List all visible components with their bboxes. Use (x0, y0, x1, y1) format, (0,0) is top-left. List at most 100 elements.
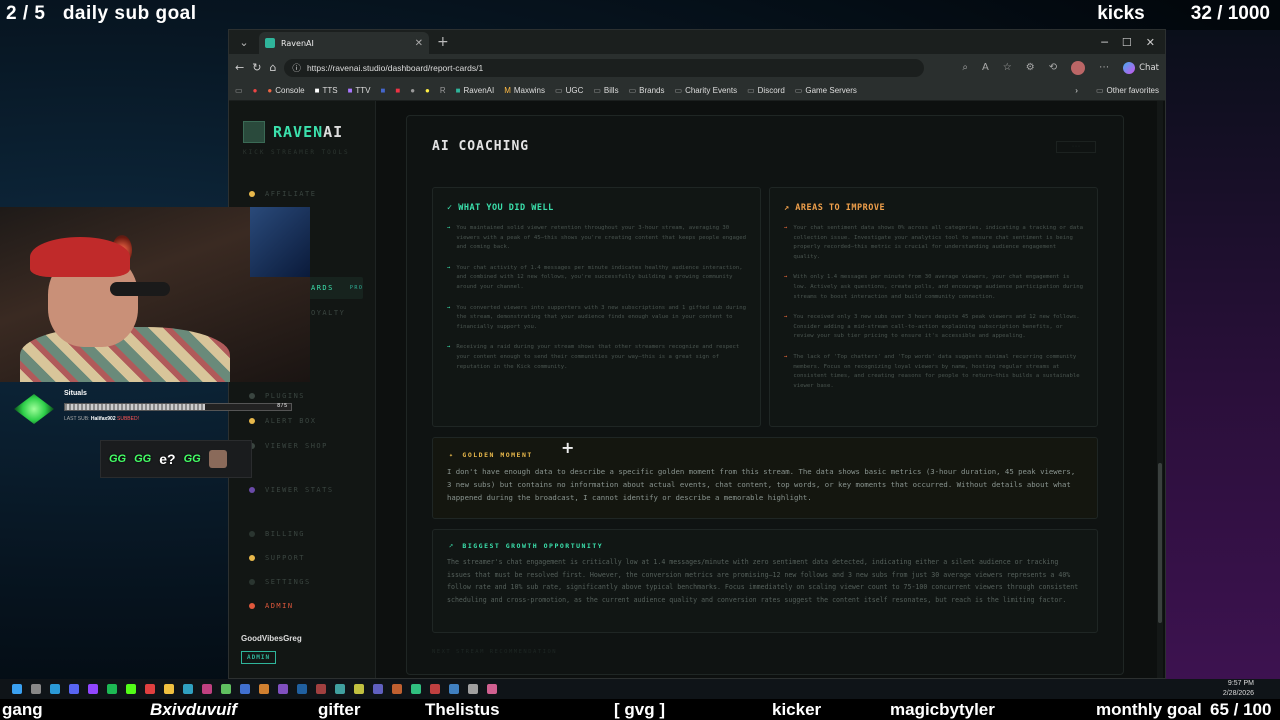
app-icon[interactable] (316, 684, 326, 694)
home-icon[interactable]: ⌂ (269, 61, 276, 74)
sidebar-item-billing[interactable]: BILLING (249, 530, 305, 538)
webcam-feed (0, 207, 310, 382)
bookmark-brands[interactable]: ▭ Brands (629, 86, 665, 95)
extensions-icon[interactable]: ⚙ (1026, 62, 1035, 73)
close-tab-icon[interactable]: ✕ (415, 38, 423, 49)
twitch-icon[interactable] (88, 684, 98, 694)
tab-list-icon[interactable]: ⌄ (235, 33, 253, 51)
list-item-text: You converted viewers into supporters wi… (456, 304, 746, 330)
back-icon[interactable]: ← (235, 61, 244, 74)
main-content: AI COACHING ··· ✓ WHAT YOU DID WELL → You… (376, 101, 1155, 678)
app-icon[interactable] (183, 684, 193, 694)
browser-window: ⌄ RavenAI ✕ + ─ ☐ ✕ ← ↻ ⌂ ⓘ https://rave… (228, 29, 1166, 679)
spotify-icon[interactable] (107, 684, 117, 694)
gg-emote-icon: GG (183, 453, 201, 465)
sidebar-item-affiliate[interactable]: AFFILIATE (249, 190, 316, 198)
history-icon[interactable]: ⟲ (1049, 62, 1057, 73)
sidebar-item-viewer-shop[interactable]: VIEWER SHOP (249, 442, 328, 450)
app-icon[interactable] (468, 684, 478, 694)
window-controls: ─ ☐ ✕ (1101, 36, 1165, 49)
app-icon[interactable] (335, 684, 345, 694)
chat-label: Chat (1139, 62, 1159, 73)
bookmark-import-icon[interactable]: ▭ (235, 86, 243, 95)
steam-icon[interactable] (240, 684, 250, 694)
close-window-icon[interactable]: ✕ (1146, 36, 1155, 49)
arrow-icon: → (784, 314, 788, 321)
bookmark-icon-ai[interactable]: ● (425, 86, 430, 95)
app-icon[interactable] (202, 684, 212, 694)
start-icon[interactable] (12, 684, 22, 694)
bookmark-maxwins[interactable]: M Maxwins (504, 86, 545, 95)
sidebar-item-admin[interactable]: ADMIN (249, 602, 294, 610)
bookmark-ttv[interactable]: ■ TTV (348, 86, 371, 95)
spark-icon: ✦ (449, 451, 455, 459)
new-tab-icon[interactable]: + (437, 34, 449, 50)
bookmark-game-servers[interactable]: ▭ Game Servers (795, 86, 857, 95)
maximize-icon[interactable]: ☐ (1122, 36, 1132, 49)
bookmark-discord[interactable]: ▭ Discord (747, 86, 785, 95)
areas-to-improve-panel: ↗ AREAS TO IMPROVE → Your chat sentiment … (769, 187, 1098, 427)
list-item: → You maintained solid viewer retention t… (447, 224, 746, 253)
bookmark-ravenai[interactable]: ■ RavenAI (456, 86, 495, 95)
bookmark-icon-discord[interactable]: ● (410, 86, 415, 95)
address-bar[interactable]: ⓘ https://ravenai.studio/dashboard/repor… (284, 58, 925, 77)
bookmark-other-favorites[interactable]: ▭ Other favorites (1096, 86, 1159, 95)
sidebar-item-support[interactable]: SUPPORT (249, 554, 305, 562)
sidebar-item-report-cards[interactable]: ARDS PRO (311, 284, 363, 292)
bookmark-label: Maxwins (513, 86, 545, 95)
app-icon[interactable] (430, 684, 440, 694)
bookmark-icon-r[interactable]: R (440, 86, 446, 95)
app-icon[interactable] (487, 684, 497, 694)
app-icon[interactable] (145, 684, 155, 694)
bookmark-icon-h[interactable]: ■ (395, 86, 400, 95)
list-item: → Your chat activity of 1.4 messages per … (447, 264, 746, 293)
app-icon[interactable] (221, 684, 231, 694)
app-icon[interactable] (278, 684, 288, 694)
sidebar-item-settings[interactable]: SETTINGS (249, 578, 311, 586)
app-icon[interactable] (354, 684, 364, 694)
taskbar-clock[interactable]: 9:57 PM 2/28/2026 (1223, 679, 1280, 699)
chevron-right-icon[interactable]: › (1075, 86, 1078, 95)
bookmark-icon-ez[interactable]: ■ (381, 86, 386, 95)
ticker-item: gang (2, 700, 43, 719)
did-well-panel: ✓ WHAT YOU DID WELL → You maintained soli… (432, 187, 761, 427)
app-icon[interactable] (259, 684, 269, 694)
scrollbar-thumb[interactable] (1158, 463, 1162, 623)
vscode-icon[interactable] (297, 684, 307, 694)
app-logo[interactable]: RAVENAI (243, 121, 343, 143)
ghost-button[interactable]: ··· (1056, 141, 1096, 153)
app-icon[interactable] (449, 684, 459, 694)
bookmark-bills[interactable]: ▭ Bills (593, 86, 618, 95)
app-icon[interactable] (392, 684, 402, 694)
zoom-icon[interactable]: ⌕ (962, 62, 968, 73)
read-aloud-icon[interactable]: A (982, 62, 989, 73)
copilot-chat-button[interactable]: Chat (1123, 61, 1159, 74)
sidebar-item-loyalty[interactable]: OYALTY (311, 309, 345, 317)
more-menu-icon[interactable]: ⋯ (1099, 62, 1109, 73)
daily-sub-goal: 2 / 5 daily sub goal (6, 3, 197, 25)
bookmark-tts[interactable]: ■ TTS (315, 86, 338, 95)
growth-opportunity-title: BIGGEST GROWTH OPPORTUNITY (462, 542, 604, 550)
search-icon[interactable] (31, 684, 41, 694)
discord-icon[interactable] (69, 684, 79, 694)
app-icon[interactable] (373, 684, 383, 694)
bookmark-charity-events[interactable]: ▭ Charity Events (675, 86, 738, 95)
edge-icon[interactable] (50, 684, 60, 694)
kick-icon[interactable] (126, 684, 136, 694)
growth-opportunity-header: ➚ BIGGEST GROWTH OPPORTUNITY (449, 542, 1097, 550)
site-info-icon[interactable]: ⓘ (292, 62, 301, 74)
list-item-text: You maintained solid viewer retention th… (456, 225, 746, 251)
tab-ravenai[interactable]: RavenAI ✕ (259, 32, 429, 54)
bookmark-label: UGC (565, 86, 584, 95)
sidebar-item-viewer-stats[interactable]: VIEWER STATS (249, 486, 334, 494)
files-icon[interactable] (164, 684, 174, 694)
favorite-star-icon[interactable]: ☆ (1003, 62, 1012, 73)
refresh-icon[interactable]: ↻ (252, 61, 261, 74)
profile-avatar[interactable] (1071, 60, 1086, 75)
bookmark-ugc[interactable]: ▭ UGC (555, 86, 583, 95)
minimize-icon[interactable]: ─ (1101, 36, 1108, 49)
app-icon[interactable] (411, 684, 421, 694)
bookmark-label: Bills (603, 86, 619, 95)
bookmark-gmail-icon[interactable]: ● (253, 86, 258, 95)
bookmark-console[interactable]: ● Console (267, 86, 304, 95)
